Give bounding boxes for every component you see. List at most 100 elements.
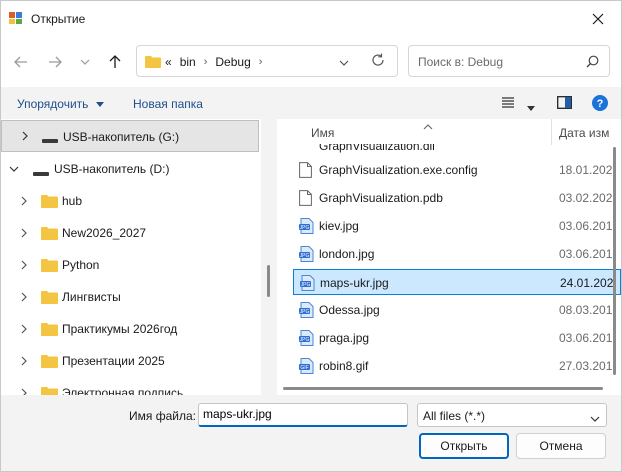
file-name: GraphVisualization.exe.config [319,163,478,177]
back-button[interactable] [9,51,33,73]
breadcrumb-overflow[interactable]: « [165,55,172,69]
folder-icon [41,386,58,395]
file-row[interactable]: JPG london.jpg 03.06.201 [293,241,621,267]
file-name: Odessa.jpg [319,303,380,317]
chevron-right-icon[interactable] [17,354,31,368]
folder-icon [41,354,58,371]
tree-item-praktikumy[interactable]: Практикумы 2026год [1,313,259,345]
file-row[interactable]: JPG Odessa.jpg 08.03.201 [293,297,621,323]
recent-locations-button[interactable] [73,51,97,73]
filename-label: Имя файла: [129,409,196,423]
tree-item-drive-g[interactable]: USB-накопитель (G:) [1,120,259,152]
tree-item-label: Лингвисты [62,290,121,304]
chevron-down-icon [80,59,90,65]
chevron-right-icon: › [203,56,208,68]
caret-down-icon [527,106,535,111]
column-date[interactable]: Дата изм [559,126,609,140]
tree-item-drive-d[interactable]: USB-накопитель (D:) [1,153,259,185]
file-date: 03.06.201 [559,247,613,261]
chevron-right-icon[interactable] [17,386,31,395]
new-folder-button[interactable]: Новая папка [133,97,203,111]
tree-item-label: Python [62,258,100,272]
column-header: Имя Дата изм [277,119,621,145]
preview-pane-button[interactable] [557,96,572,112]
arrow-right-icon [49,56,62,68]
file-name: praga.jpg [319,331,370,345]
file-date: 24.01.202 [560,276,614,290]
file-row[interactable]: JPG praga.jpg 03.06.201 [293,325,621,351]
file-row-selected[interactable]: JPG maps-ukr.jpg 24.01.202 [293,269,621,295]
chevron-right-icon[interactable] [17,290,31,304]
breadcrumb-debug[interactable]: Debug [215,55,250,69]
chevron-down-icon[interactable] [7,162,21,176]
scrollbar-thumb[interactable] [267,265,270,297]
arrow-left-icon [14,56,27,68]
file-date: 03.02.202 [559,191,613,205]
file-list: Имя Дата изм GraphVisualization.dll Grap… [277,119,621,395]
close-button[interactable] [575,1,621,37]
search-icon[interactable] [586,55,599,71]
file-date: 27.03.201 [559,359,613,373]
tree-item-lingvisty[interactable]: Лингвисты [1,281,259,313]
search-box[interactable]: Поиск в: Debug [408,45,610,77]
svg-text:JPG: JPG [300,337,310,343]
file-date: 08.03.201 [559,303,613,317]
up-button[interactable] [103,51,127,73]
help-icon: ? [592,95,608,111]
navigation-scrollbar[interactable] [262,119,276,395]
tree-item-label: USB-накопитель (D:) [54,162,170,176]
tree-item-hub[interactable]: hub [1,185,259,217]
gif-file-icon: GIF [299,358,314,377]
file-row[interactable]: JPG kiev.jpg 03.06.201 [293,213,621,239]
app-icon [9,11,23,25]
file-date: 18.01.202 [559,163,613,177]
tree-item-python[interactable]: Python [1,249,259,281]
chevron-right-icon[interactable] [18,129,32,143]
open-button[interactable]: Открыть [419,433,509,459]
tree-item-podpis[interactable]: Электронная подпись [1,377,259,395]
folder-icon [41,322,58,339]
scrollbar-thumb[interactable] [613,147,616,375]
breadcrumb-bin[interactable]: bin [180,55,196,69]
file-list-horizontal-scrollbar[interactable] [277,381,607,395]
scrollbar-thumb[interactable] [283,387,603,390]
svg-text:JPG: JPG [300,309,310,315]
svg-text:?: ? [597,98,604,110]
svg-text:GIF: GIF [300,365,308,371]
title-bar: Открытие [1,1,621,37]
command-bar: Упорядочить Новая папка ? [1,87,621,119]
chevron-right-icon[interactable] [17,322,31,336]
file-row[interactable]: GraphVisualization.exe.config 18.01.202 [293,157,621,183]
view-options-button[interactable] [501,96,515,111]
file-type-select[interactable]: All files (*.*) [417,403,607,427]
file-date: 03.06.201 [559,219,613,233]
filename-input[interactable] [203,407,403,421]
folder-icon [41,258,58,275]
folder-icon [41,290,58,307]
filename-combobox[interactable] [198,403,408,427]
address-bar[interactable]: « bin › Debug › [136,45,398,77]
column-divider[interactable] [551,119,552,145]
tree-item-new2026[interactable]: New2026_2027 [1,217,259,249]
file-row[interactable]: GIF robin8.gif 27.03.201 [293,353,621,379]
navigation-bar: « bin › Debug › Поиск в: Debug [1,37,621,87]
file-list-vertical-scrollbar[interactable] [607,147,621,377]
dialog-footer: Имя файла: All files (*.*) Открыть Отмен… [1,395,621,471]
view-dropdown[interactable] [527,100,535,114]
folder-icon [41,226,58,243]
arrow-up-icon [109,55,121,68]
cancel-button[interactable]: Отмена [516,433,606,459]
chevron-right-icon[interactable] [17,226,31,240]
svg-text:JPG: JPG [300,253,310,259]
file-row[interactable]: GraphVisualization.pdb 03.02.202 [293,185,621,211]
address-history-dropdown[interactable] [339,55,349,69]
organize-menu[interactable]: Упорядочить [17,97,104,111]
chevron-right-icon[interactable] [17,258,31,272]
refresh-button[interactable] [371,53,385,70]
chevron-down-icon [339,60,349,66]
tree-item-prezentatsii[interactable]: Презентации 2025 [1,345,259,377]
chevron-right-icon[interactable] [17,194,31,208]
column-name[interactable]: Имя [311,126,334,140]
forward-button[interactable] [43,51,67,73]
help-button[interactable]: ? [592,95,608,114]
